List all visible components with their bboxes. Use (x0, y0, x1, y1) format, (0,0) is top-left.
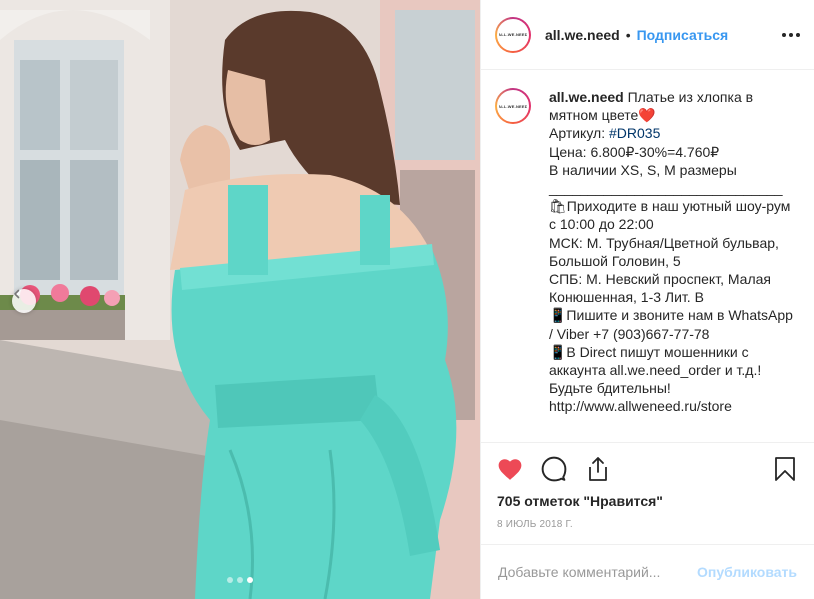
post-side-panel: ALL.WE.NEED all.we.need • Подписаться AL… (480, 0, 814, 599)
chevron-left-icon (14, 289, 20, 299)
carousel-dot-active (247, 577, 253, 583)
avatar[interactable]: ALL.WE.NEED (495, 16, 531, 53)
more-icon[interactable] (782, 29, 800, 41)
caption-username[interactable]: all.we.need (549, 89, 624, 105)
post-date[interactable]: 8 ИЮЛЬ 2018 Г. (497, 519, 798, 530)
separator-dot: • (625, 26, 631, 43)
instagram-post: ALL.WE.NEED all.we.need • Подписаться AL… (0, 0, 814, 599)
avatar-logo: ALL.WE.NEED (497, 90, 529, 122)
likes-count[interactable]: 705 отметок "Нравится" (497, 493, 798, 509)
photo-illustration (0, 0, 480, 599)
post-header: ALL.WE.NEED all.we.need • Подписаться (481, 0, 814, 70)
bookmark-icon[interactable] (772, 456, 798, 482)
caption-section: ALL.WE.NEED all.we.need Платье из хлопка… (481, 70, 814, 442)
hashtag-link[interactable]: #DR035 (609, 125, 660, 141)
comment-box: Опубликовать (481, 544, 814, 599)
post-photo[interactable] (0, 0, 480, 599)
avatar-logo: ALL.WE.NEED (497, 18, 529, 51)
comment-icon[interactable] (541, 456, 567, 482)
carousel-indicator (0, 577, 480, 583)
caption-text: all.we.need Платье из хлопка в мятном цв… (549, 88, 800, 442)
share-icon[interactable] (585, 456, 611, 482)
action-icons (497, 443, 798, 495)
comment-input[interactable] (498, 564, 698, 580)
username-link[interactable]: all.we.need (545, 27, 620, 43)
previous-photo-button[interactable] (12, 289, 36, 313)
follow-button[interactable]: Подписаться (637, 27, 729, 43)
publish-button[interactable]: Опубликовать (697, 564, 797, 580)
caption-body-rest: Цена: 6.800₽-30%=4.760₽ В наличии XS, S,… (549, 143, 793, 415)
carousel-dot (237, 577, 243, 583)
post-actions: 705 отметок "Нравится" 8 ИЮЛЬ 2018 Г. (481, 442, 814, 552)
heart-icon[interactable] (497, 456, 523, 482)
avatar[interactable]: ALL.WE.NEED (495, 88, 531, 124)
carousel-dot (227, 577, 233, 583)
